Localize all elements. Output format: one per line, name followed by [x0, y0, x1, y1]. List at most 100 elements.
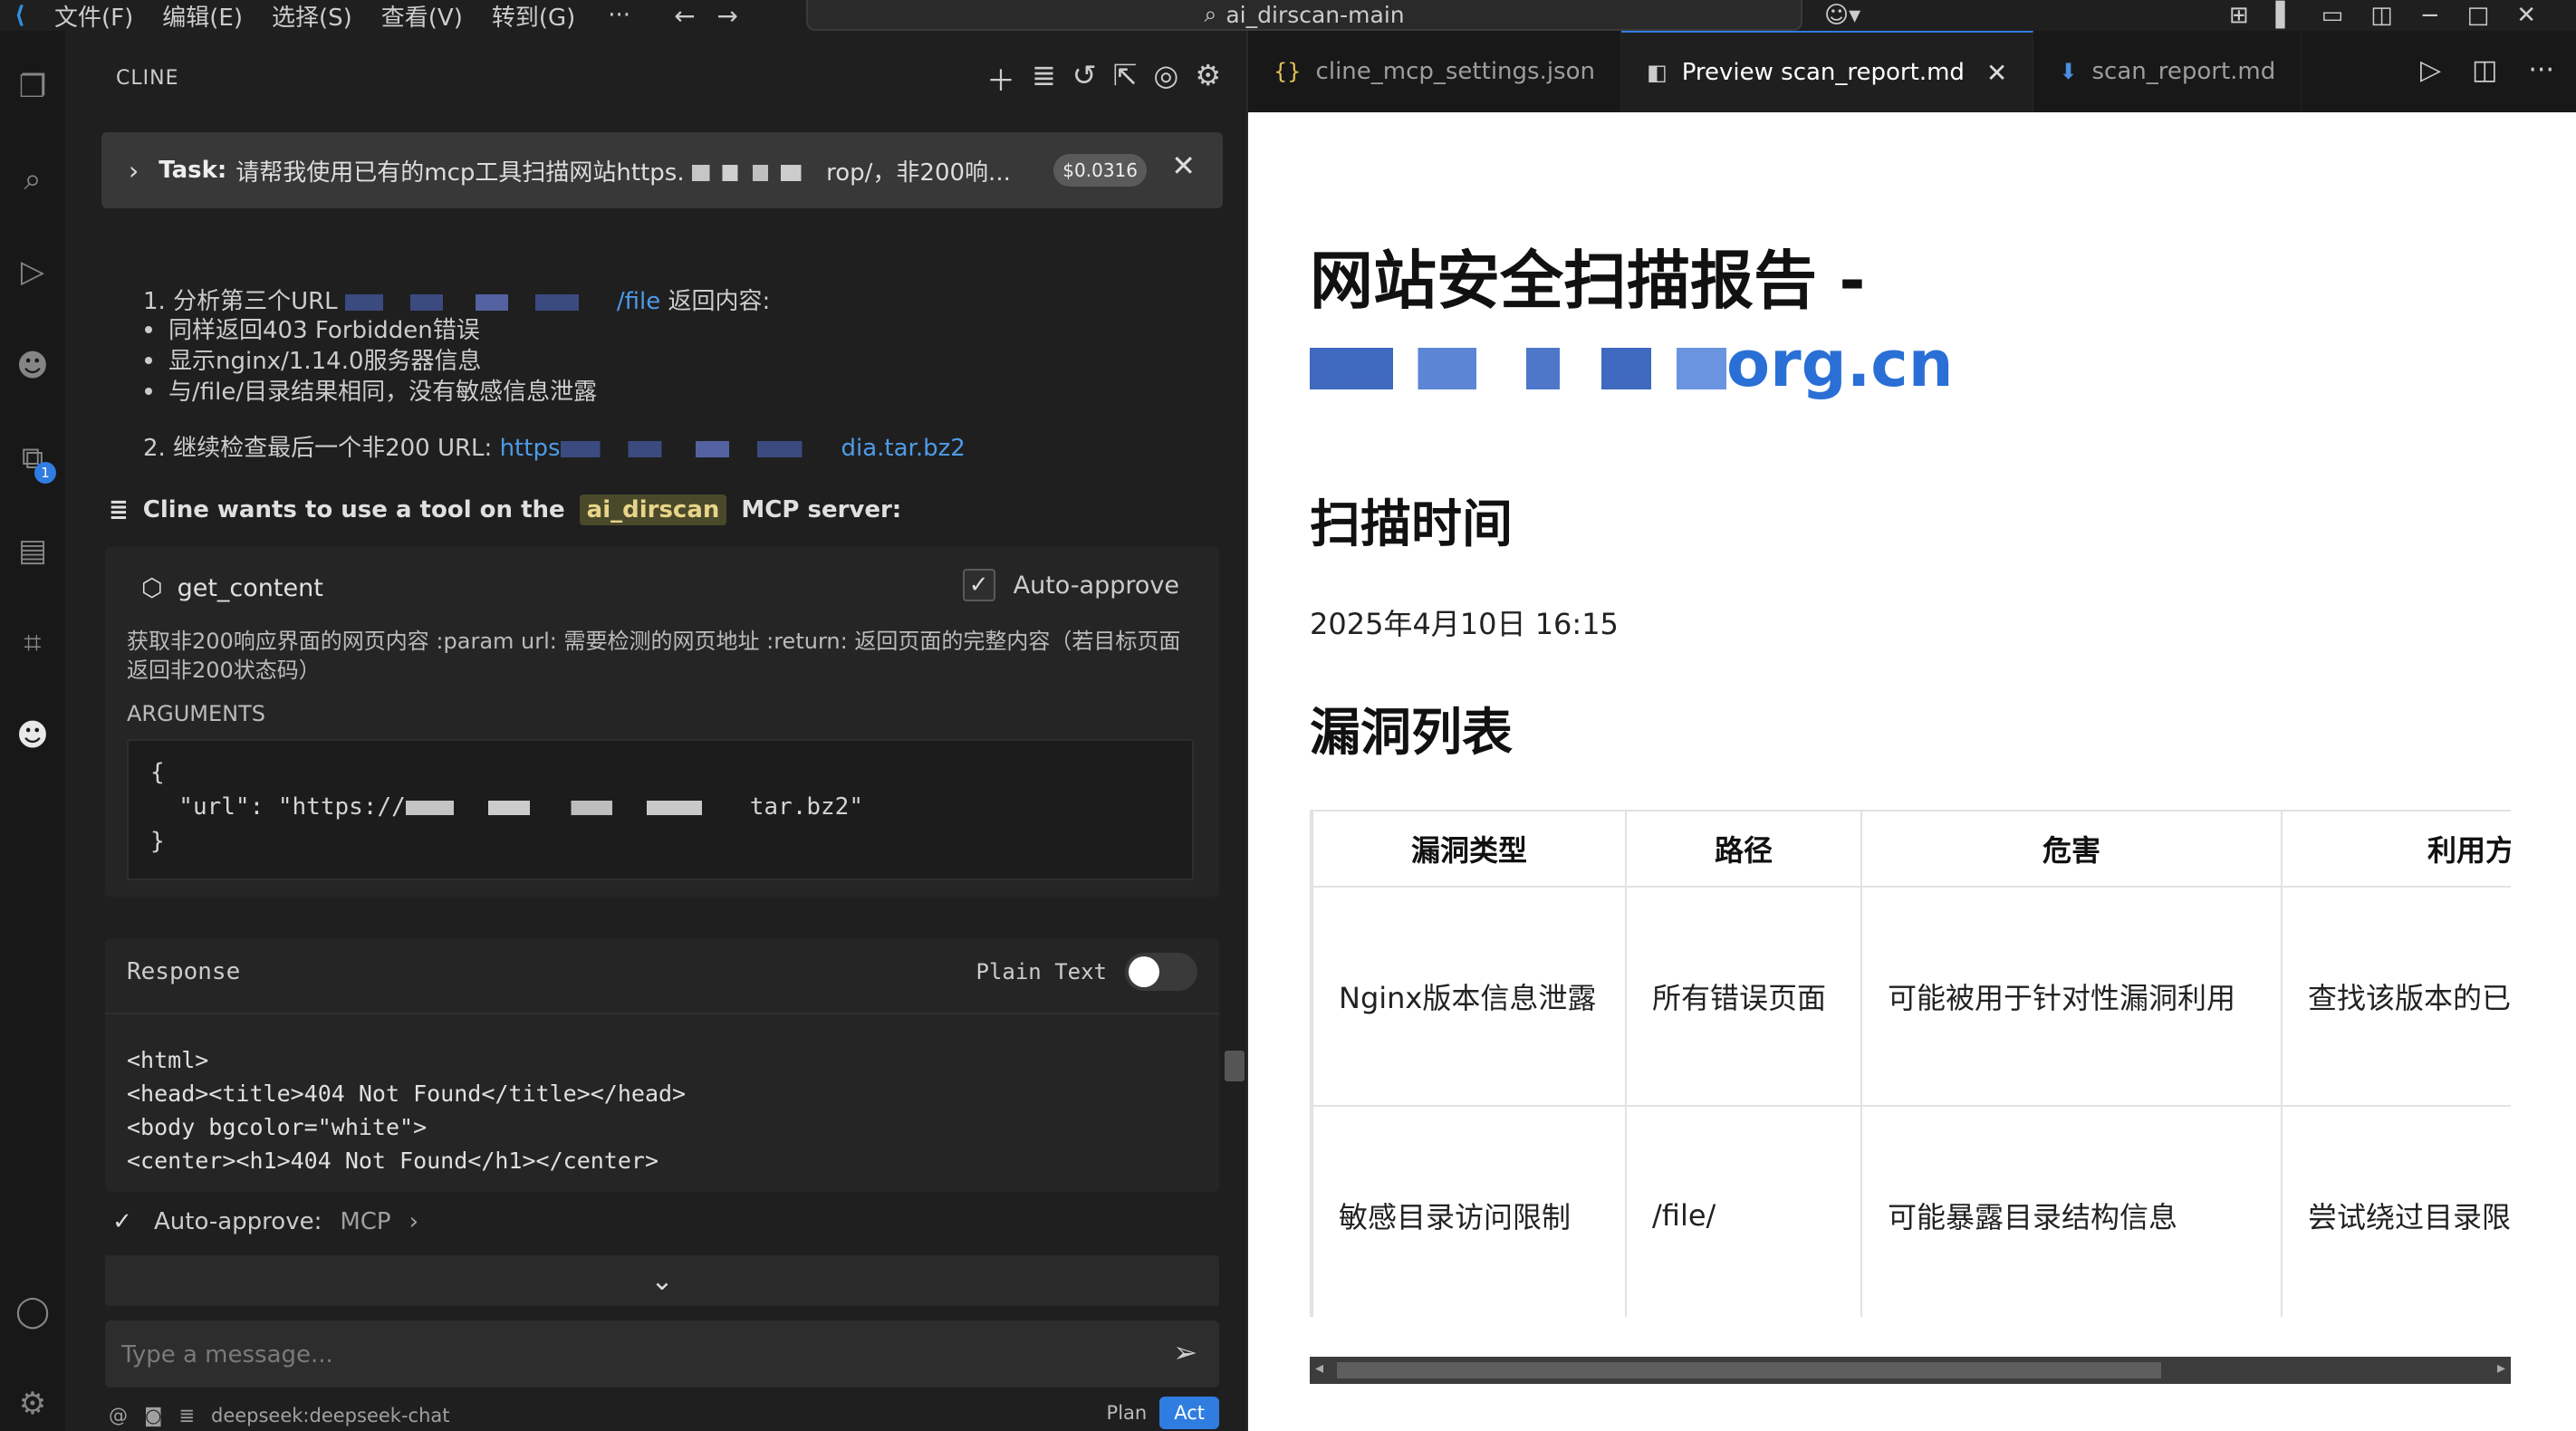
task-header[interactable]: › Task: 请帮我使用已有的mcp工具扫描网站https. rop/，非20…: [101, 132, 1223, 208]
scroll-to-bottom-button[interactable]: ⌄: [105, 1255, 1219, 1306]
table-cell: 查找该版本的已: [2281, 886, 2511, 1107]
tab-cline-mcp-settings[interactable]: {} cline_mcp_settings.json: [1248, 31, 1621, 112]
remote-explorer-icon[interactable]: ▤: [13, 531, 53, 571]
table-header: 漏洞类型: [1312, 810, 1627, 888]
auto-approve-checkbox[interactable]: ✓: [962, 569, 995, 601]
step-2-link[interactable]: https dia.tar.bz2: [500, 435, 966, 462]
chevron-right-icon[interactable]: ›: [129, 156, 139, 186]
run-icon[interactable]: ▷: [2420, 54, 2441, 86]
table-cell: 可能被用于针对性漏洞利用: [1860, 886, 2283, 1107]
scrollbar-thumb[interactable]: [1337, 1362, 2161, 1378]
task-text: 请帮我使用已有的mcp工具扫描网站https. rop/，非200响...: [235, 158, 1011, 187]
table-horizontal-scrollbar[interactable]: ◂ ▸: [1310, 1357, 2511, 1384]
table-header: 危害: [1860, 810, 2283, 888]
chevron-down-icon: ⌄: [650, 1264, 674, 1297]
copilot-chat-icon[interactable]: ☻: [13, 346, 53, 386]
settings-gear-icon[interactable]: ⚙: [1195, 58, 1221, 100]
list-item: 与/file/目录结果相同，没有敏感信息泄露: [168, 379, 598, 406]
vscode-logo-icon: ⟨: [14, 2, 25, 29]
arguments-label: ARGUMENTS: [127, 701, 265, 726]
scan-time-value: 2025年4月10日 16:15: [1310, 607, 1619, 641]
menu-more[interactable]: ···: [590, 2, 649, 29]
auto-approve-bar[interactable]: ✓ Auto-approve: MCP ›: [109, 1208, 418, 1235]
toggle-panel-icon[interactable]: ▭: [2321, 2, 2344, 29]
camera-icon[interactable]: ◙: [144, 1405, 162, 1426]
vuln-list-heading: 漏洞列表: [1310, 704, 1513, 763]
bullet-dot: [145, 357, 152, 364]
list-item: 显示nginx/1.14.0服务器信息: [168, 348, 482, 375]
act-mode-button[interactable]: Act: [1159, 1397, 1219, 1429]
cline-robot-icon[interactable]: ☻: [13, 716, 53, 755]
mention-icon[interactable]: @: [109, 1405, 128, 1426]
close-icon[interactable]: ✕: [1171, 149, 1196, 183]
table-cell: 可能暴露目录结构信息: [1860, 1105, 2283, 1317]
menu-bar: 文件(F) 编辑(E) 选择(S) 查看(V) 转到(G) ···: [40, 0, 649, 33]
toggle-sidebar-icon[interactable]: ▌: [2276, 2, 2294, 29]
panel-resize-handle[interactable]: [1225, 1051, 1245, 1081]
settings-gear-icon[interactable]: ⚙: [13, 1384, 53, 1424]
menu-view[interactable]: 查看(V): [367, 0, 477, 33]
plain-text-toggle[interactable]: Plain Text: [976, 953, 1197, 991]
close-icon[interactable]: ✕: [1986, 58, 2007, 88]
table-cell: /file/: [1625, 1105, 1862, 1317]
auto-approve-toggle[interactable]: ✓ Auto-approve: [962, 569, 1179, 601]
more-actions-icon[interactable]: ···: [2528, 54, 2554, 86]
menu-selection[interactable]: 选择(S): [257, 0, 367, 33]
search-icon[interactable]: ⌕: [13, 159, 53, 199]
markdown-preview: 网站安全扫描报告 - org.cn 扫描时间 2025年4月10日 16:15 …: [1248, 112, 2576, 1431]
extensions-icon[interactable]: ⧉ 1: [13, 438, 56, 484]
explorer-icon[interactable]: ❐: [13, 67, 53, 107]
title-bar: ⟨ 文件(F) 编辑(E) 选择(S) 查看(V) 转到(G) ··· ← → …: [0, 0, 2576, 33]
extensions-badge: 1: [34, 462, 56, 484]
toggle-secondary-sidebar-icon[interactable]: ◫: [2370, 2, 2393, 29]
split-editor-icon[interactable]: ◫: [2472, 54, 2497, 86]
minimize-icon[interactable]: −: [2420, 2, 2440, 29]
history-icon[interactable]: ↺: [1072, 58, 1097, 100]
popout-icon[interactable]: ⇱: [1113, 58, 1138, 100]
account-icon[interactable]: ◎: [1153, 58, 1178, 100]
menu-edit[interactable]: 编辑(E): [148, 0, 257, 33]
workspace-name: ai_dirscan-main: [1226, 1, 1405, 28]
back-arrow-icon[interactable]: ←: [674, 1, 695, 31]
tab-preview-scan-report[interactable]: ◧ Preview scan_report.md ✕: [1621, 31, 2034, 112]
command-center-search[interactable]: ⌕ ai_dirscan-main: [806, 0, 1802, 31]
response-body: <html> <head><title>404 Not Found</title…: [127, 1047, 687, 1174]
database-ql-icon[interactable]: ⌗: [13, 623, 53, 663]
model-selector[interactable]: deepseek:deepseek-chat: [211, 1405, 450, 1426]
tab-scan-report-md[interactable]: ⬇ scan_report.md: [2033, 31, 2302, 112]
activity-bar: ❐ ⌕ ▷ ☻ ⧉ 1 ▤ ⌗ ☻ ◯ ⚙: [0, 31, 65, 1431]
server-name-chip: ai_dirscan: [579, 495, 727, 525]
send-icon[interactable]: ➢: [1173, 1335, 1197, 1369]
run-debug-icon[interactable]: ▷: [13, 252, 53, 292]
account-icon[interactable]: ◯: [13, 1292, 53, 1331]
json-file-icon: {}: [1274, 59, 1302, 84]
editor-area: {} cline_mcp_settings.json ◧ Preview sca…: [1248, 31, 2576, 1431]
model-icon: ≣: [178, 1405, 195, 1426]
message-field[interactable]: [121, 1337, 1118, 1373]
panel-header: CLINE ＋ ≣ ↺ ⇱ ◎ ⚙: [65, 31, 1248, 125]
customize-layout-icon[interactable]: ⊞: [2229, 2, 2249, 29]
scroll-right-icon[interactable]: ▸: [2497, 1359, 2505, 1378]
forward-arrow-icon[interactable]: →: [717, 1, 738, 31]
menu-go[interactable]: 转到(G): [477, 0, 590, 33]
vuln-table: 漏洞类型 路径 危害 利用方法 Nginx版本信息泄露 所有错误页面 可能被用于…: [1312, 810, 2511, 1317]
new-task-icon[interactable]: ＋: [986, 58, 1015, 100]
table-row: Nginx版本信息泄露 所有错误页面 可能被用于针对性漏洞利用 查找该版本的已: [1312, 886, 2511, 1107]
step-1-link[interactable]: /file: [617, 288, 660, 315]
copilot-icon[interactable]: ☺▾: [1824, 0, 1860, 31]
mcp-tool-request: ≣ Cline wants to use a tool on the ai_di…: [109, 495, 902, 525]
message-input[interactable]: ➢: [105, 1321, 1219, 1388]
mcp-servers-icon[interactable]: ≣: [1032, 58, 1056, 100]
toggle-switch[interactable]: [1125, 953, 1197, 991]
cline-panel: CLINE ＋ ≣ ↺ ⇱ ◎ ⚙ › Task: 请帮我使用已有的mcp工具扫…: [65, 31, 1248, 1431]
table-cell: 所有错误页面: [1625, 886, 1862, 1107]
plan-mode-button[interactable]: Plan: [1094, 1397, 1160, 1429]
close-window-icon[interactable]: ✕: [2516, 2, 2536, 29]
scroll-left-icon[interactable]: ◂: [1315, 1359, 1323, 1378]
table-header-row: 漏洞类型 路径 危害 利用方法: [1312, 810, 2511, 888]
response-label: Response: [127, 958, 241, 985]
bullet-dot: [145, 326, 152, 333]
table-header: 利用方法: [2281, 810, 2511, 888]
maximize-icon[interactable]: □: [2467, 2, 2490, 29]
menu-file[interactable]: 文件(F): [40, 0, 148, 33]
